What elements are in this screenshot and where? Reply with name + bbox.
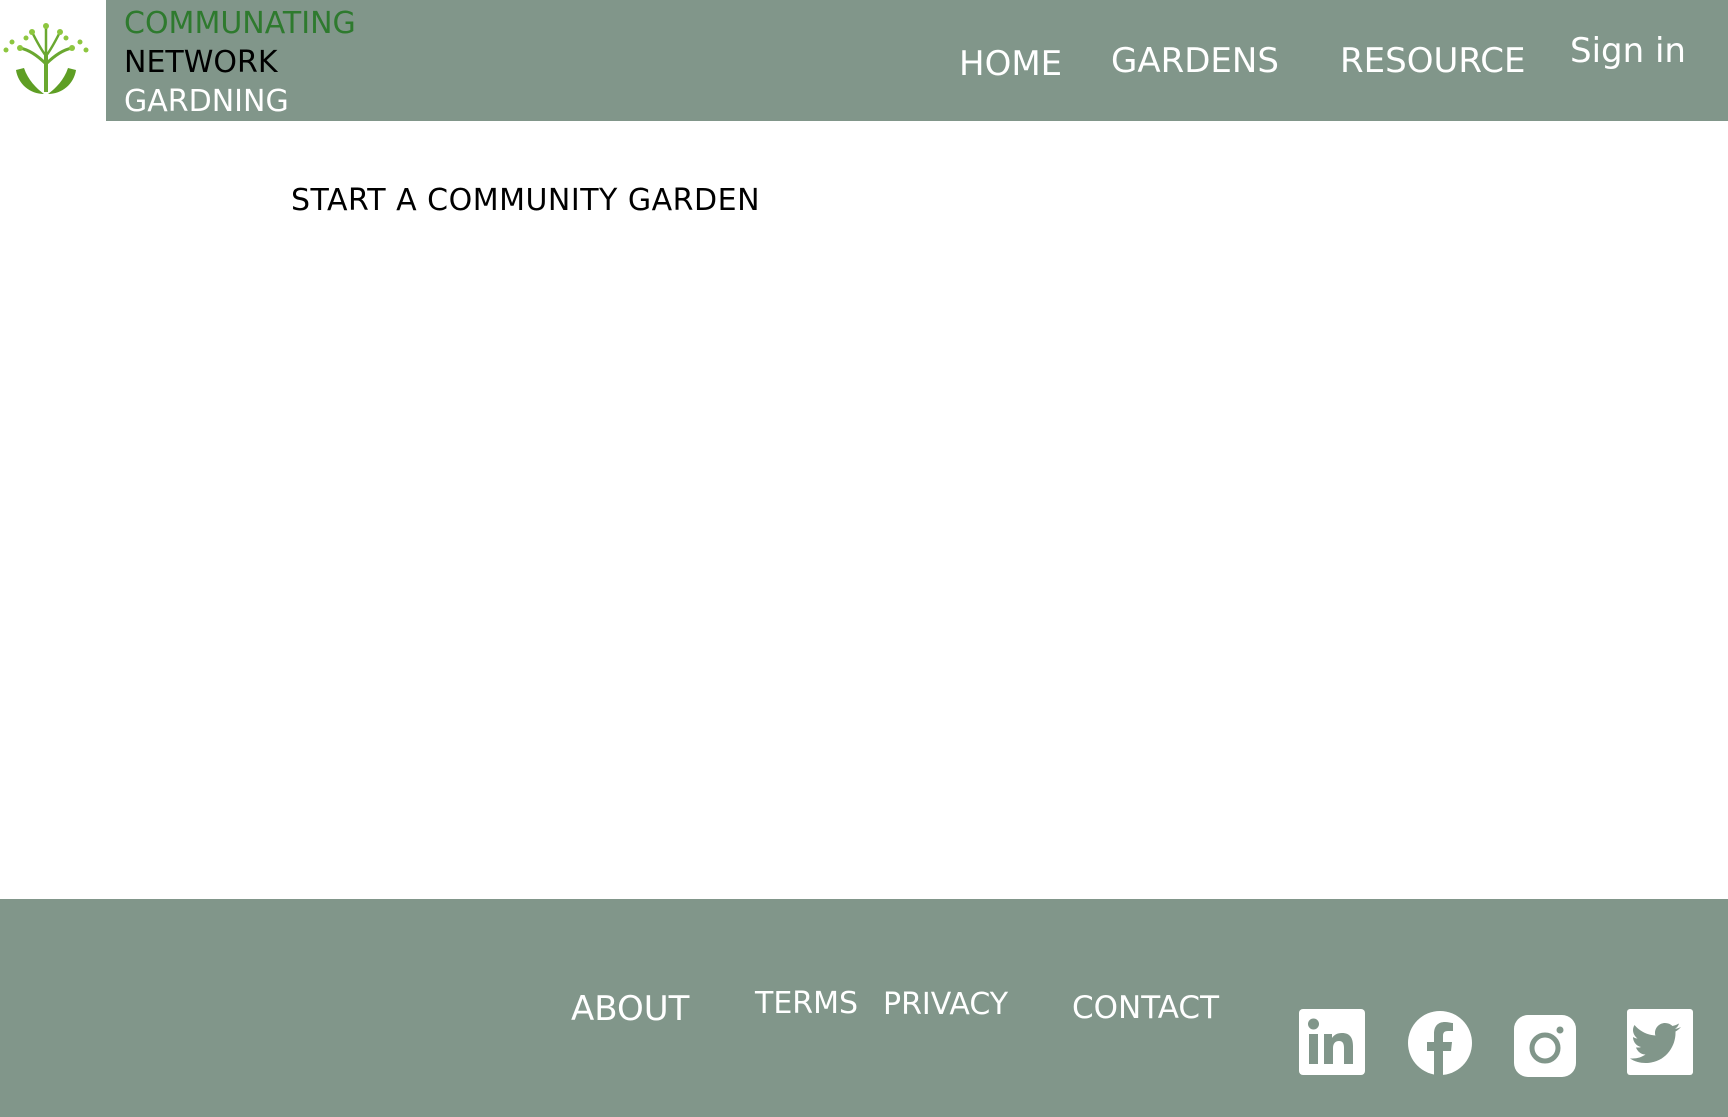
- tree-hands-logo-icon: [3, 23, 89, 94]
- brand-line-3: GARDNING: [124, 84, 289, 119]
- footer-about-link[interactable]: ABOUT: [571, 989, 689, 1029]
- footer-privacy-link[interactable]: PRIVACY: [883, 985, 1008, 1025]
- nav-home-link[interactable]: HOME: [959, 44, 1062, 84]
- brand-line-2: NETWORK: [124, 45, 278, 80]
- brand-line-1: COMMUNATING: [124, 6, 356, 41]
- facebook-icon[interactable]: [1408, 1011, 1472, 1090]
- nav-resource-link[interactable]: RESOURCE: [1340, 41, 1526, 81]
- footer-contact-link[interactable]: CONTACT: [1072, 988, 1219, 1028]
- twitter-icon[interactable]: [1627, 1009, 1693, 1090]
- site-header: COMMUNATING NETWORK GARDNING HOME GARDEN…: [0, 0, 1728, 121]
- logo[interactable]: [0, 0, 106, 121]
- footer-terms-link[interactable]: TERMS: [755, 984, 858, 1024]
- page-title: START A COMMUNITY GARDEN: [291, 183, 761, 218]
- nav-gardens-link[interactable]: GARDENS: [1111, 41, 1279, 81]
- sign-in-link[interactable]: Sign in: [1570, 31, 1686, 71]
- linkedin-icon[interactable]: [1299, 1009, 1365, 1090]
- brand-name: COMMUNATING NETWORK GARDNING: [124, 4, 356, 121]
- instagram-icon[interactable]: [1514, 1015, 1576, 1092]
- site-footer: ABOUT TERMS PRIVACY CONTACT: [0, 899, 1728, 1117]
